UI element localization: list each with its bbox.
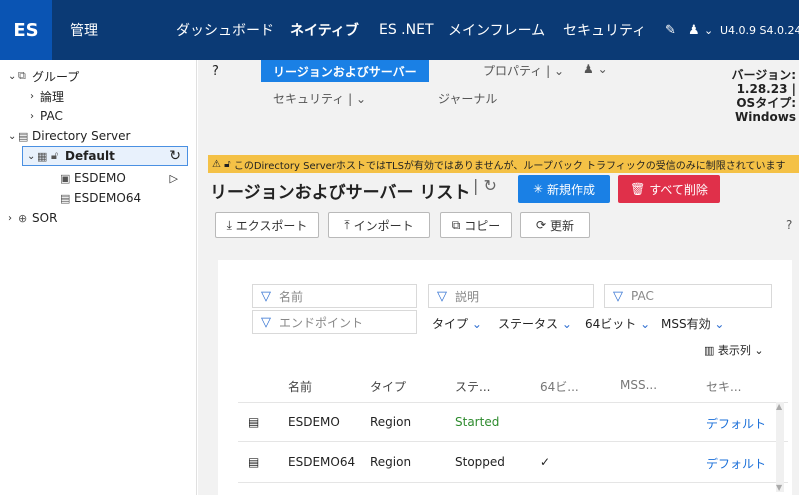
row-64bit-check: ✓ [540, 455, 551, 469]
sidebar-tree: ⌄ ⧉ グループ › 論理 › PAC ⌄ ▤ Directory Server… [0, 60, 197, 495]
row-status: Stopped [455, 455, 505, 469]
lock-icon: 🔓︎ [51, 149, 59, 162]
server-icon: ▤ [18, 129, 29, 143]
refresh-icon: ⟳ [536, 218, 547, 232]
version-info: バージョン: 1.28.23 | OSタイプ: Windows [731, 68, 796, 124]
user-menu-chevron-icon[interactable]: ⌄ [704, 0, 713, 60]
filter-64bit-dropdown[interactable]: 64ビット ⌄ [585, 315, 650, 332]
sor-icon: ⊕ [18, 211, 28, 225]
tab-properties[interactable]: プロパティ | ⌄ [483, 62, 564, 79]
row-name[interactable]: ESDEMO [288, 415, 340, 429]
delete-all-button[interactable]: 🗑︎ すべて削除 [618, 175, 720, 203]
tree-directory-server[interactable]: ⌄ ▤ Directory Server [8, 126, 130, 146]
help-icon[interactable]: ? [786, 218, 792, 232]
scroll-up-icon[interactable]: ▲ [776, 402, 782, 411]
refresh-button[interactable]: ⟳ 更新 [520, 212, 590, 238]
play-icon[interactable]: ▷ [170, 172, 178, 185]
tree-default[interactable]: ⌄ ▦ 🔓︎ Default ↻ [22, 146, 188, 166]
version-text: U4.0.9 S4.0.24 [720, 23, 799, 37]
trash-icon: 🗑︎ [630, 182, 646, 196]
es-logo[interactable]: ES [0, 0, 52, 60]
columns-icon: ▥ [704, 344, 715, 357]
col-header-security[interactable]: セキ... [706, 378, 741, 395]
nav-native[interactable]: ネイティブ [290, 0, 359, 60]
warning-icon: ⚠ [212, 158, 221, 170]
region-icon: ▤ [60, 191, 71, 205]
refresh-icon[interactable]: ↻ [169, 148, 181, 164]
import-button[interactable]: ⤒ インポート [328, 212, 430, 238]
filter-endpoint[interactable]: ▽ エンドポイント [252, 310, 417, 334]
columns-menu-button[interactable]: ▥ 表示列 ⌄ [704, 342, 764, 358]
chevron-right-icon[interactable]: › [30, 91, 40, 102]
row-security-link[interactable]: デフォルト [706, 415, 766, 432]
table-panel: ▽ 名前 ▽ 説明 ▽ PAC ▽ エンドポイント タイプ ⌄ ステータス ⌄ 64ビッ… [218, 260, 792, 495]
row-type: Region [370, 455, 412, 469]
new-button[interactable]: ✳ 新規作成 [518, 175, 610, 203]
help-icon[interactable]: ? [212, 64, 219, 79]
filter-status-dropdown[interactable]: ステータス ⌄ [498, 315, 572, 332]
chevron-down-icon[interactable]: ⌄ [8, 71, 18, 82]
top-navigation-bar: ES 管理 ダッシュボード ネイティブ ES .NET メインフレーム セキュリ… [0, 0, 799, 60]
pin-icon[interactable]: ✎ [665, 0, 676, 60]
filter-icon: ▽ [261, 288, 271, 304]
scroll-down-icon[interactable]: ▼ [776, 483, 782, 492]
import-icon: ⤒ [344, 217, 350, 232]
list-title: リージョンおよびサーバー リスト [210, 183, 471, 203]
col-header-name[interactable]: 名前 [288, 378, 312, 395]
filter-name[interactable]: ▽ 名前 [252, 284, 417, 308]
users-icon[interactable]: ♟ [688, 0, 700, 60]
lock-icon: 🔓︎ [224, 158, 231, 170]
group-icon: ⧉ [18, 69, 26, 82]
tree-item-esdemo[interactable]: ▣ ESDEMO ▷ [60, 168, 188, 188]
refresh-list-icon[interactable]: | ↻ [473, 176, 497, 195]
col-header-status[interactable]: ステ... [455, 378, 490, 395]
filter-description[interactable]: ▽ 説明 [428, 284, 594, 308]
filter-pac[interactable]: ▽ PAC [604, 284, 772, 308]
nav-security[interactable]: セキュリティ [563, 0, 646, 60]
row-status: Started [455, 415, 500, 429]
nav-mainframe[interactable]: メインフレーム [448, 0, 545, 60]
row-name[interactable]: ESDEMO64 [288, 455, 355, 469]
nav-dashboard[interactable]: ダッシュボード [176, 0, 274, 60]
region-icon: ▤ [248, 455, 260, 469]
col-header-mss[interactable]: MSS... [620, 378, 657, 392]
export-icon: ⤓ [226, 217, 232, 232]
tree-sor[interactable]: › ⊕ SOR [8, 208, 57, 228]
tree-logic[interactable]: › 論理 [30, 86, 64, 106]
more-tabs-users-icon[interactable]: ♟ ⌄ [583, 62, 608, 76]
tree-pac[interactable]: › PAC [30, 106, 63, 126]
table-row[interactable]: ▤ ESDEMO64 Region Stopped ✓ デフォルト [238, 443, 788, 483]
filter-type-dropdown[interactable]: タイプ ⌄ [432, 315, 482, 332]
table-scrollbar[interactable]: ▲ ▼ [776, 402, 784, 492]
chevron-down-icon[interactable]: ⌄ [8, 131, 18, 142]
row-type: Region [370, 415, 412, 429]
copy-button[interactable]: ⧉ コピー [440, 212, 512, 238]
copy-icon: ⧉ [451, 217, 461, 232]
chevron-right-icon[interactable]: › [8, 213, 18, 224]
nav-admin[interactable]: 管理 [70, 0, 98, 60]
chevron-right-icon[interactable]: › [30, 111, 40, 122]
server-group-icon: ▦ [37, 149, 48, 163]
table-row[interactable]: ▤ ESDEMO Region Started デフォルト [238, 402, 788, 442]
row-security-link[interactable]: デフォルト [706, 455, 766, 472]
filter-mss-dropdown[interactable]: MSS有効 ⌄ [661, 315, 724, 332]
tab-journal[interactable]: ジャーナル [438, 90, 497, 107]
region-icon: ▣ [60, 171, 71, 185]
region-icon: ▤ [248, 415, 260, 429]
tls-warning-banner: ⚠ 🔓︎ このDirectory ServerホストではTLSが有効ではありませ… [208, 155, 799, 173]
export-button[interactable]: ⤓ エクスポート [215, 212, 319, 238]
tree-item-esdemo64[interactable]: ▤ ESDEMO64 [60, 188, 141, 208]
asterisk-icon: ✳ [533, 182, 544, 196]
tab-security[interactable]: セキュリティ | ⌄ [273, 90, 366, 107]
filter-icon: ▽ [613, 288, 623, 304]
nav-es-net[interactable]: ES .NET [379, 0, 434, 60]
tree-groups[interactable]: ⌄ ⧉ グループ [8, 66, 79, 86]
col-header-type[interactable]: タイプ [370, 378, 406, 395]
main-content: ? リージョンおよびサーバー プロパティ | ⌄ ♟ ⌄ セキュリティ | ⌄ … [198, 60, 799, 495]
filter-icon: ▽ [261, 314, 271, 330]
filter-icon: ▽ [437, 288, 447, 304]
chevron-down-icon[interactable]: ⌄ [27, 151, 37, 162]
tab-regions[interactable]: リージョンおよびサーバー [261, 60, 429, 82]
col-header-64bit[interactable]: 64ビ... [540, 378, 579, 395]
